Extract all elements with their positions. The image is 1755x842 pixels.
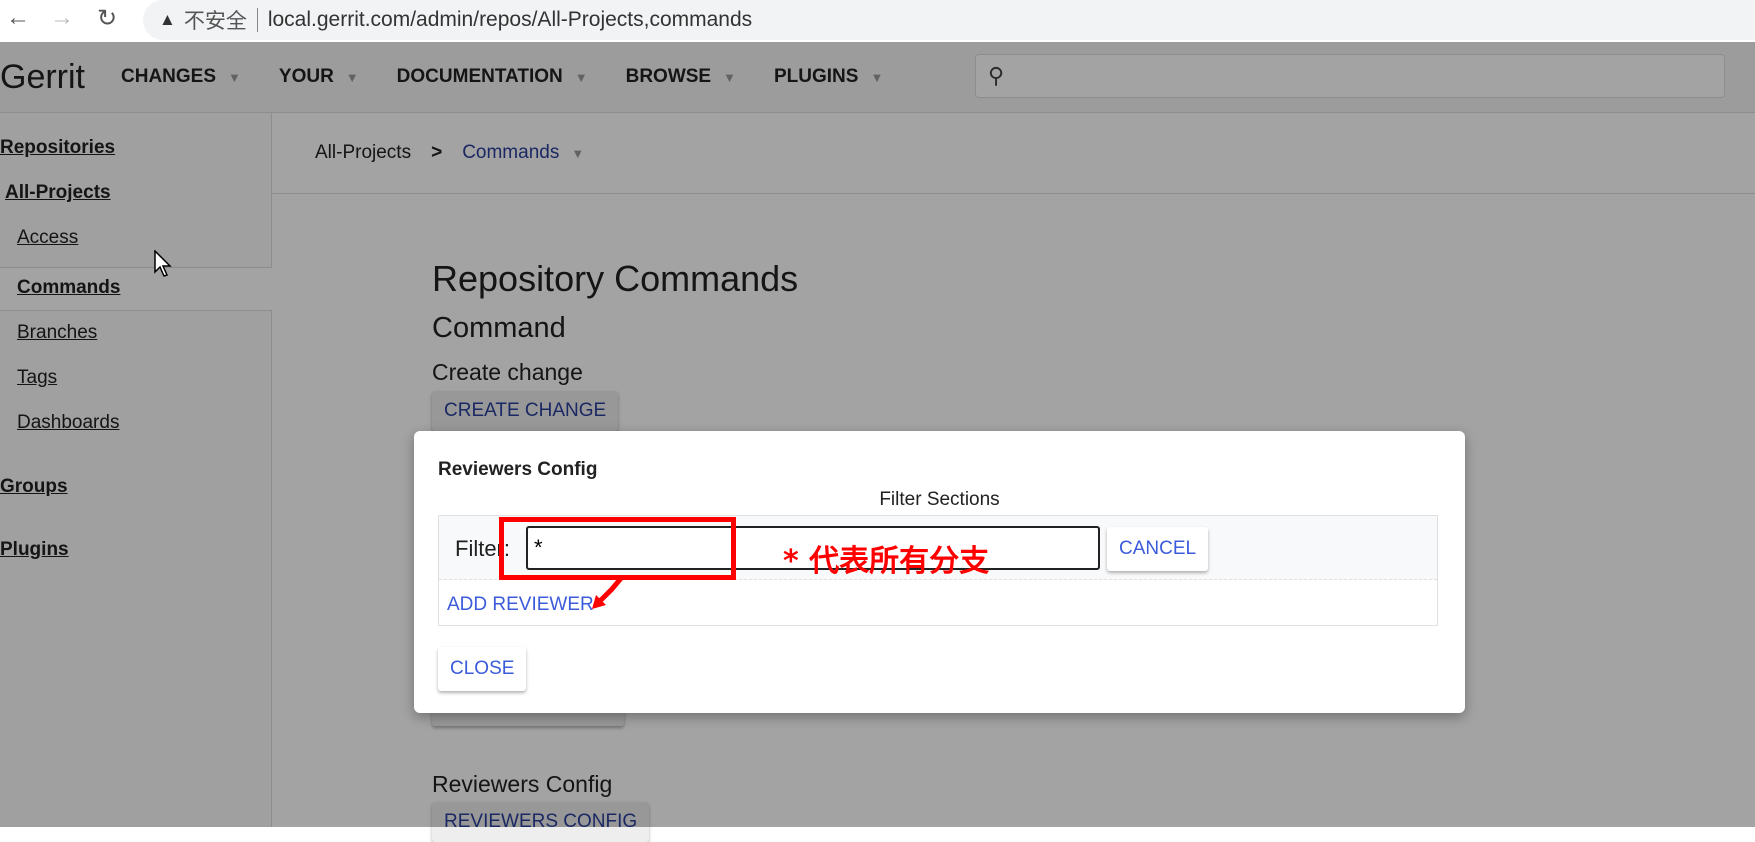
security-label: 不安全 [183, 10, 247, 33]
back-icon[interactable]: ← [6, 4, 30, 32]
forward-icon[interactable]: → [50, 4, 74, 32]
address-bar[interactable]: ▲ 不安全 local.gerrit.com/admin/repos/All-P… [143, 0, 1755, 40]
close-button[interactable]: CLOSE [438, 647, 527, 691]
annotation-highlight-box [499, 517, 736, 580]
reload-icon[interactable]: ↻ [97, 4, 117, 33]
warning-icon: ▲ [159, 10, 176, 29]
browser-toolbar: ← → ↻ ▲ 不安全 local.gerrit.com/admin/repos… [0, 0, 1755, 42]
divider [256, 8, 258, 32]
dialog-title: Reviewers Config [438, 459, 598, 480]
mouse-cursor-icon [154, 250, 172, 277]
add-reviewer-button[interactable]: ADD REVIEWER [447, 594, 594, 616]
annotation-text: * 代表所有分支 [783, 544, 990, 579]
cancel-button[interactable]: CANCEL [1107, 527, 1209, 571]
url-text: local.gerrit.com/admin/repos/All-Project… [267, 8, 753, 31]
filter-sections-heading: Filter Sections [879, 489, 1000, 510]
annotation-arrow-icon [592, 575, 624, 609]
